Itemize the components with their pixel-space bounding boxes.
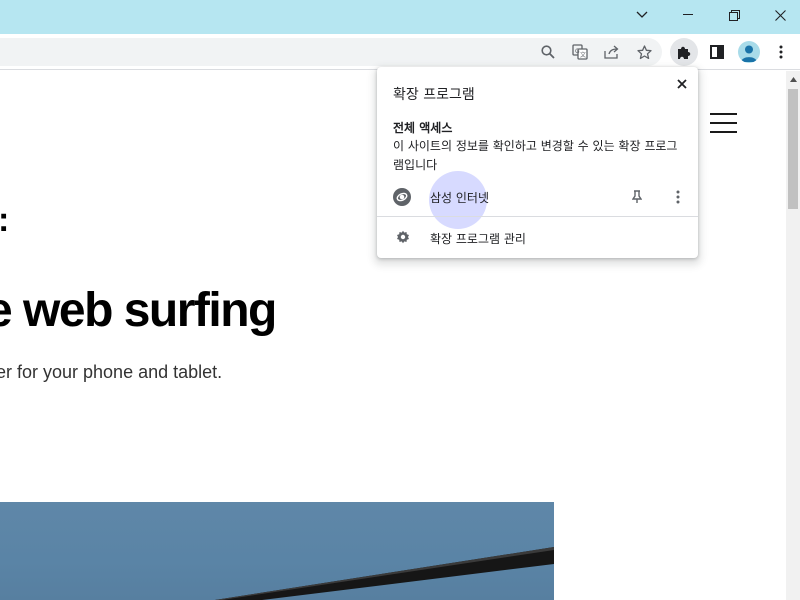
translate-button[interactable]: G文 <box>566 38 594 66</box>
chevron-down-icon <box>636 11 648 18</box>
popup-title: 확장 프로그램 <box>393 87 475 103</box>
share-icon <box>604 45 619 59</box>
kebab-menu-icon <box>779 45 783 59</box>
close-icon <box>677 79 687 89</box>
close-window-button[interactable] <box>757 0 800 30</box>
bookmark-star-icon <box>636 44 652 59</box>
profile-avatar-icon[interactable] <box>738 41 760 63</box>
restore-icon <box>728 9 740 21</box>
extensions-popup: 확장 프로그램 전체 액세스 이 사이트의 정보를 확인하고 변경할 수 있는 … <box>377 67 698 258</box>
page-headline: e web surfing <box>0 284 277 337</box>
bookmark-button[interactable] <box>630 38 658 66</box>
manage-extensions-label[interactable]: 확장 프로그램 관리 <box>430 230 526 247</box>
browser-toolbar: G文 <box>0 34 800 70</box>
restore-button[interactable] <box>711 0 757 30</box>
extension-more-actions-button[interactable] <box>668 187 688 207</box>
popup-divider <box>377 216 698 217</box>
full-access-heading: 전체 액세스 <box>393 121 453 135</box>
minimize-icon <box>683 14 693 15</box>
address-bar[interactable] <box>0 38 662 66</box>
minimize-button[interactable] <box>665 0 711 30</box>
zoom-button[interactable] <box>534 38 562 66</box>
hamburger-menu-icon[interactable] <box>710 113 737 133</box>
side-panel-icon <box>710 45 724 59</box>
extensions-button[interactable] <box>670 38 698 66</box>
page-subheadline: er for your phone and tablet. <box>0 362 223 382</box>
gear-icon <box>395 229 411 245</box>
scroll-up-arrow-icon[interactable] <box>786 71 800 87</box>
extension-name[interactable]: 삼성 인터넷 <box>430 189 489 206</box>
samsung-internet-icon <box>393 188 411 206</box>
page-scrollbar[interactable] <box>786 71 800 600</box>
close-icon <box>774 9 786 21</box>
browser-menu-button[interactable] <box>767 38 795 66</box>
pin-extension-button[interactable] <box>627 187 647 207</box>
extensions-puzzle-icon <box>678 46 691 59</box>
title-bar <box>0 0 800 34</box>
side-panel-button[interactable] <box>703 38 731 66</box>
kebab-menu-icon <box>676 190 680 204</box>
svg-text:文: 文 <box>580 51 586 59</box>
zoom-icon <box>541 45 555 59</box>
popup-close-button[interactable] <box>671 73 693 95</box>
scrollbar-thumb[interactable] <box>788 89 798 209</box>
hero-image <box>0 502 554 600</box>
extension-item-samsung-internet[interactable]: 삼성 인터넷 <box>377 171 698 229</box>
pin-icon <box>632 190 642 203</box>
share-button[interactable] <box>598 38 626 66</box>
full-access-description: 이 사이트의 정보를 확인하고 변경할 수 있는 확장 프로그램입니다 <box>393 139 678 172</box>
translate-icon: G文 <box>572 44 588 60</box>
heading-fragment: : <box>0 201 9 240</box>
manage-extensions-item[interactable]: 확장 프로그램 관리 <box>377 223 698 251</box>
tab-search-button[interactable] <box>619 0 665 30</box>
